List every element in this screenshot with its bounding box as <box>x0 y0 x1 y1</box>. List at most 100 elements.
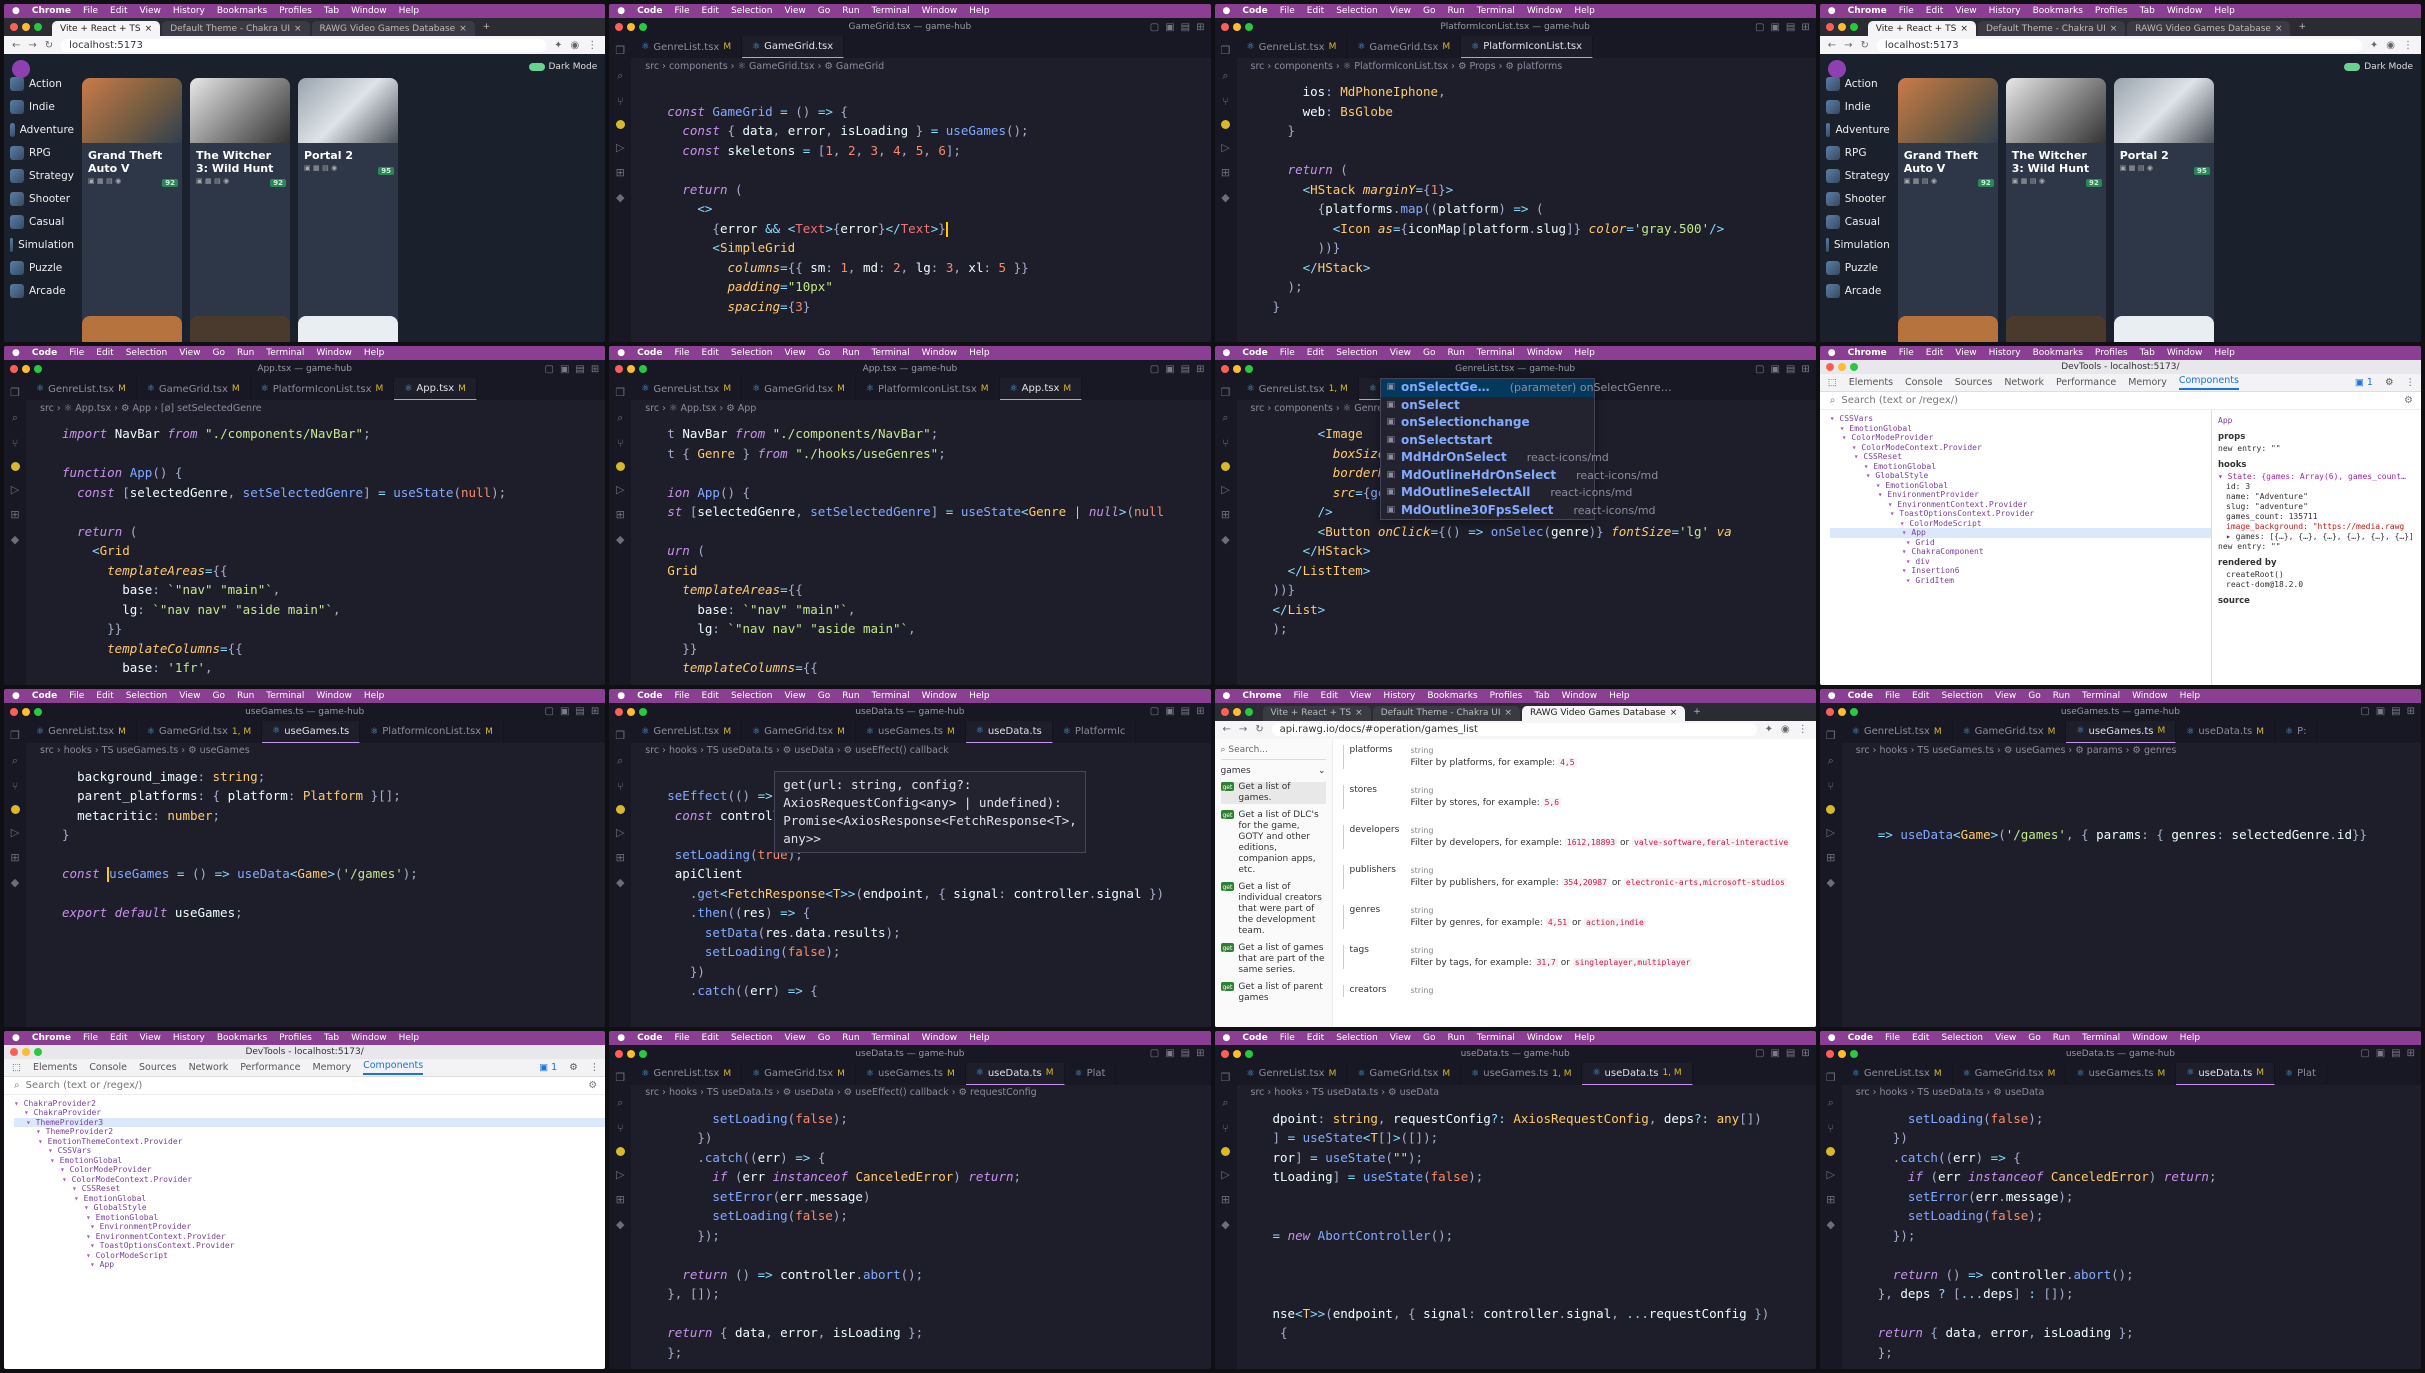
menu-item[interactable]: Code <box>32 691 57 701</box>
apple-icon[interactable]: ● <box>12 691 20 701</box>
menu-item[interactable]: Help <box>1574 1033 1595 1043</box>
menu-item[interactable]: File <box>1899 6 1914 16</box>
editor-tab[interactable]: ⚛ GenreList.tsx M <box>631 36 743 58</box>
genre-item[interactable]: Puzzle <box>1825 260 1890 276</box>
breadcrumb[interactable]: src › hooks › TS useData.ts › ⚙ useData <box>1842 1085 2421 1101</box>
menu-item[interactable]: File <box>1293 691 1308 701</box>
genre-item[interactable]: Strategy <box>1825 168 1890 184</box>
menu-item[interactable]: Run <box>1448 6 1465 16</box>
devtools-tab[interactable]: Network <box>189 1062 229 1073</box>
source-control-icon[interactable]: ⑂ <box>617 437 624 450</box>
menu-item[interactable]: Run <box>2053 1033 2070 1043</box>
component-node[interactable]: ▾ GridItem <box>1830 576 2211 586</box>
reload-icon[interactable]: ↻ <box>1255 724 1263 735</box>
menu-item[interactable]: Help <box>969 6 990 16</box>
extensions-icon[interactable]: ⊞ <box>616 1193 625 1206</box>
breadcrumb[interactable]: src › hooks › TS useData.ts › ⚙ useData … <box>631 1085 1210 1101</box>
component-node[interactable]: ▾ CSSVars <box>14 1146 605 1156</box>
menu-item[interactable]: View <box>179 691 200 701</box>
editor-tab[interactable]: ⚛ App.tsx M <box>394 378 477 401</box>
component-node[interactable]: ▾ Insertion6 <box>1830 566 2211 576</box>
menu-item[interactable]: File <box>1885 691 1900 701</box>
editor-tab[interactable]: ⚛ GenreList.tsx M <box>1237 1062 1348 1085</box>
breadcrumb[interactable]: src › ⚛ App.tsx › ⚙ App › [ø] setSelecte… <box>26 400 605 416</box>
game-card[interactable]: Grand Theft Auto V ▣ ▦ ▤ ◉ 92 <box>82 78 182 343</box>
menu-item[interactable]: Terminal <box>2082 691 2120 701</box>
menu-item[interactable]: Window <box>316 691 352 701</box>
editor-tab[interactable]: ⚛ useData.ts <box>965 720 1053 743</box>
explorer-icon[interactable]: ❐ <box>1221 386 1231 399</box>
docker-icon[interactable]: ◆ <box>11 876 19 889</box>
code-editor[interactable]: background_image: string; parent_platfor… <box>26 759 605 1027</box>
menu-item[interactable]: View <box>1350 691 1371 701</box>
component-search[interactable]: ⌕ Search (text or /regex/) ⚙ <box>1819 392 2421 411</box>
menu-item[interactable]: Terminal <box>1477 1033 1515 1043</box>
component-node[interactable]: ▾ ColorModeScript <box>14 1251 605 1261</box>
forward-icon[interactable]: → <box>1239 724 1247 735</box>
docs-endpoint[interactable]: get Get a list of games. <box>1220 781 1326 804</box>
menu-item[interactable]: Run <box>842 6 859 16</box>
menu-item[interactable]: Edit <box>702 6 719 16</box>
inspect-icon[interactable]: ⬚ <box>12 1062 21 1073</box>
editor-tab[interactable]: ⚛ GameGrid.tsx 1, M <box>137 720 263 743</box>
menu-item[interactable]: Selection <box>1941 1033 1982 1043</box>
editor-tab[interactable]: ⚛ useGames.ts M <box>2066 720 2177 743</box>
editor-tab[interactable]: ⚛ GenreList.tsx M <box>631 1062 743 1085</box>
code-editor[interactable]: setLoading(false); }) .catch((err) => { … <box>1842 1101 2421 1369</box>
profile-icon[interactable]: ◉ <box>2386 40 2395 51</box>
game-card[interactable]: The Witcher 3: Wild Hunt ▣ ▦ ▤ ◉ 92 <box>2005 78 2106 343</box>
component-node[interactable]: ▾ ThemeProvider2 <box>14 1127 605 1137</box>
component-node[interactable]: ▾ EmotionGlobal <box>14 1213 605 1223</box>
menu-item[interactable]: Selection <box>1336 1033 1377 1043</box>
editor-tab[interactable]: ⚛ useGames.ts M <box>2066 1062 2177 1085</box>
menu-item[interactable]: Selection <box>731 691 772 701</box>
menu-item[interactable]: Chrome <box>32 1033 71 1043</box>
menu-item[interactable]: Window <box>351 1033 387 1043</box>
forward-icon[interactable]: → <box>28 40 36 51</box>
menu-item[interactable]: Selection <box>731 1033 772 1043</box>
genre-item[interactable]: Arcade <box>1825 283 1890 299</box>
menu-item[interactable]: Go <box>2028 691 2040 701</box>
menu-item[interactable]: Bookmarks <box>1427 691 1477 701</box>
genre-item[interactable]: Adventure <box>10 122 74 138</box>
component-node[interactable]: ▾ CSSReset <box>1830 452 2211 462</box>
menu-item[interactable]: View <box>784 348 805 358</box>
settings-icon[interactable]: ⚙ <box>2385 377 2394 388</box>
menu-item[interactable]: Window <box>922 1033 958 1043</box>
menu-item[interactable]: Terminal <box>872 1033 910 1043</box>
menu-item[interactable]: Edit <box>1307 348 1324 358</box>
game-card[interactable]: Portal 2 ▣ ▦ ▤ ◉ 95 <box>298 78 398 343</box>
menu-item[interactable]: Run <box>842 348 859 358</box>
menu-item[interactable]: File <box>69 348 84 358</box>
code-editor[interactable]: setLoading(false); }) .catch((err) => { … <box>631 1101 1210 1369</box>
menu-item[interactable]: Tab <box>2140 6 2155 16</box>
inspect-icon[interactable]: ⬚ <box>1828 377 1837 388</box>
editor-tab[interactable]: ⚛ PlatformIconList.tsx M <box>856 378 1000 401</box>
dark-mode-switch[interactable]: Dark Mode <box>2344 62 2413 72</box>
search-icon[interactable]: ⌕ <box>12 754 18 768</box>
docs-endpoint[interactable]: get Get a list of games that are part of … <box>1220 942 1326 976</box>
breadcrumb[interactable]: src › components › ⚛ PlatformIconList.ts… <box>1237 58 1816 74</box>
menu-item[interactable]: Code <box>637 1033 662 1043</box>
browser-tab[interactable]: Vite + React + TS × <box>1262 705 1371 721</box>
editor-tab[interactable]: ⚛ useData.ts M <box>965 1062 1065 1085</box>
menu-item[interactable]: Help <box>2180 691 2201 701</box>
menu-item[interactable]: Selection <box>1336 348 1377 358</box>
menu-item[interactable]: Bookmarks <box>217 1033 267 1043</box>
menu-item[interactable]: Go <box>818 6 830 16</box>
docker-icon[interactable]: ◆ <box>1827 1218 1835 1231</box>
menu-item[interactable]: Code <box>1242 1033 1267 1043</box>
explorer-icon[interactable]: ❐ <box>615 386 625 399</box>
game-card[interactable]: The Witcher 3: Wild Hunt ▣ ▦ ▤ ◉ 92 <box>190 78 290 343</box>
menu-item[interactable]: Go <box>213 691 225 701</box>
apple-icon[interactable]: ● <box>1223 348 1231 358</box>
menu-item[interactable]: Terminal <box>266 348 304 358</box>
extension-icon[interactable]: ✦ <box>2370 40 2378 51</box>
dark-mode-switch[interactable]: Dark Mode <box>528 62 597 72</box>
menu-item[interactable]: View <box>1955 6 1976 16</box>
menu-item[interactable]: Terminal <box>1477 348 1515 358</box>
menu-item[interactable]: History <box>1989 6 2021 16</box>
docker-icon[interactable]: ◆ <box>1221 191 1229 204</box>
menu-item[interactable]: Profiles <box>279 6 312 16</box>
browser-tab[interactable]: RAWG Video Games Database × <box>1522 705 1686 721</box>
